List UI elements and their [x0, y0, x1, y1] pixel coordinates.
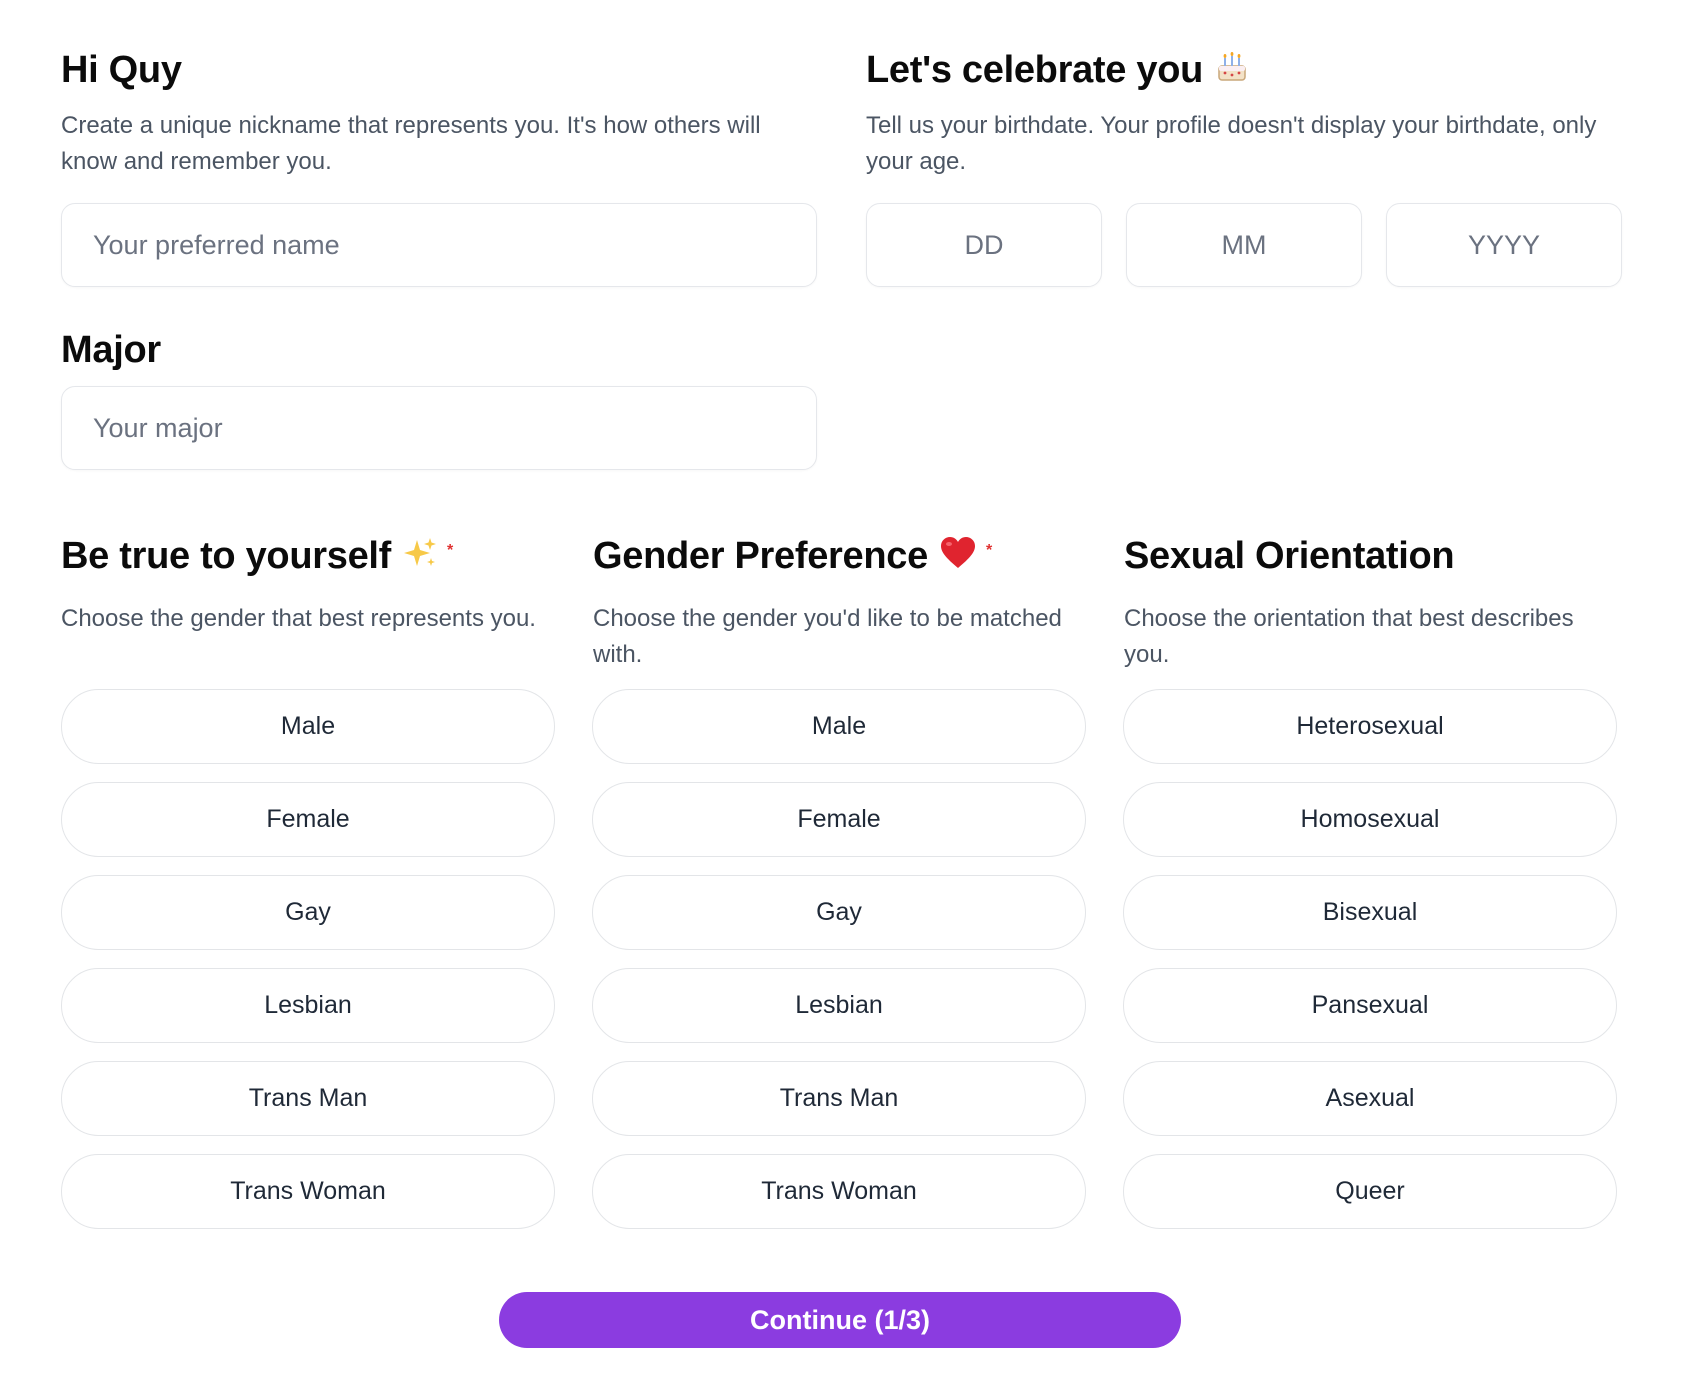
preference-option-female[interactable]: Female: [592, 782, 1086, 857]
gender-option-trans-woman[interactable]: Trans Woman: [61, 1154, 555, 1229]
orientation-option-asexual[interactable]: Asexual: [1123, 1061, 1617, 1136]
birth-day-input[interactable]: DD: [866, 203, 1102, 287]
orientation-description: Choose the orientation that best describ…: [1124, 605, 1574, 668]
gender-section: Be true to yourself * Choose the gender …: [61, 535, 556, 637]
preference-required-mark: *: [985, 542, 992, 559]
preference-heading: Gender Preference *: [593, 535, 1088, 579]
preference-section: Gender Preference * Choose the gender yo…: [593, 535, 1088, 673]
gender-option-female[interactable]: Female: [61, 782, 555, 857]
gender-option-gay[interactable]: Gay: [61, 875, 555, 950]
preference-option-trans-man[interactable]: Trans Man: [592, 1061, 1086, 1136]
birthday-title: Let's celebrate you: [866, 49, 1204, 91]
orientation-option-pansexual[interactable]: Pansexual: [1123, 968, 1617, 1043]
major-input[interactable]: Your major: [61, 386, 817, 470]
nickname-title: Hi Quy: [61, 49, 182, 91]
gender-option-trans-man[interactable]: Trans Man: [61, 1061, 555, 1136]
gender-description: Choose the gender that best represents y…: [61, 605, 536, 632]
nickname-description: Create a unique nickname that represents…: [61, 111, 761, 175]
birthday-cake-icon: [1215, 50, 1249, 92]
orientation-title: Sexual Orientation: [1124, 535, 1455, 578]
birthday-section: Let's celebrate you Tell us your birthda…: [866, 48, 1626, 180]
preference-option-lesbian[interactable]: Lesbian: [592, 968, 1086, 1043]
red-heart-icon: [940, 536, 976, 578]
preference-title: Gender Preference: [593, 535, 928, 578]
nickname-section: Hi Quy Create a unique nickname that rep…: [61, 48, 821, 180]
birthday-description: Tell us your birthdate. Your profile doe…: [866, 111, 1597, 175]
sparkles-icon: [403, 536, 437, 578]
birthday-heading: Let's celebrate you: [866, 48, 1626, 94]
preference-option-gay[interactable]: Gay: [592, 875, 1086, 950]
gender-option-lesbian[interactable]: Lesbian: [61, 968, 555, 1043]
orientation-option-homosexual[interactable]: Homosexual: [1123, 782, 1617, 857]
preference-option-trans-woman[interactable]: Trans Woman: [592, 1154, 1086, 1229]
gender-option-male[interactable]: Male: [61, 689, 555, 764]
major-section: Major: [61, 328, 161, 374]
orientation-option-heterosexual[interactable]: Heterosexual: [1123, 689, 1617, 764]
major-title: Major: [61, 329, 161, 371]
gender-heading: Be true to yourself *: [61, 535, 556, 579]
orientation-option-queer[interactable]: Queer: [1123, 1154, 1617, 1229]
nickname-input[interactable]: Your preferred name: [61, 203, 817, 287]
continue-button[interactable]: Continue (1/3): [499, 1292, 1181, 1348]
orientation-section: Sexual Orientation Choose the orientatio…: [1124, 535, 1619, 673]
orientation-option-bisexual[interactable]: Bisexual: [1123, 875, 1617, 950]
birth-year-input[interactable]: YYYY: [1386, 203, 1622, 287]
gender-title: Be true to yourself: [61, 535, 392, 578]
preference-description: Choose the gender you'd like to be match…: [593, 605, 1062, 668]
birth-month-input[interactable]: MM: [1126, 203, 1362, 287]
gender-required-mark: *: [447, 542, 453, 559]
preference-option-male[interactable]: Male: [592, 689, 1086, 764]
